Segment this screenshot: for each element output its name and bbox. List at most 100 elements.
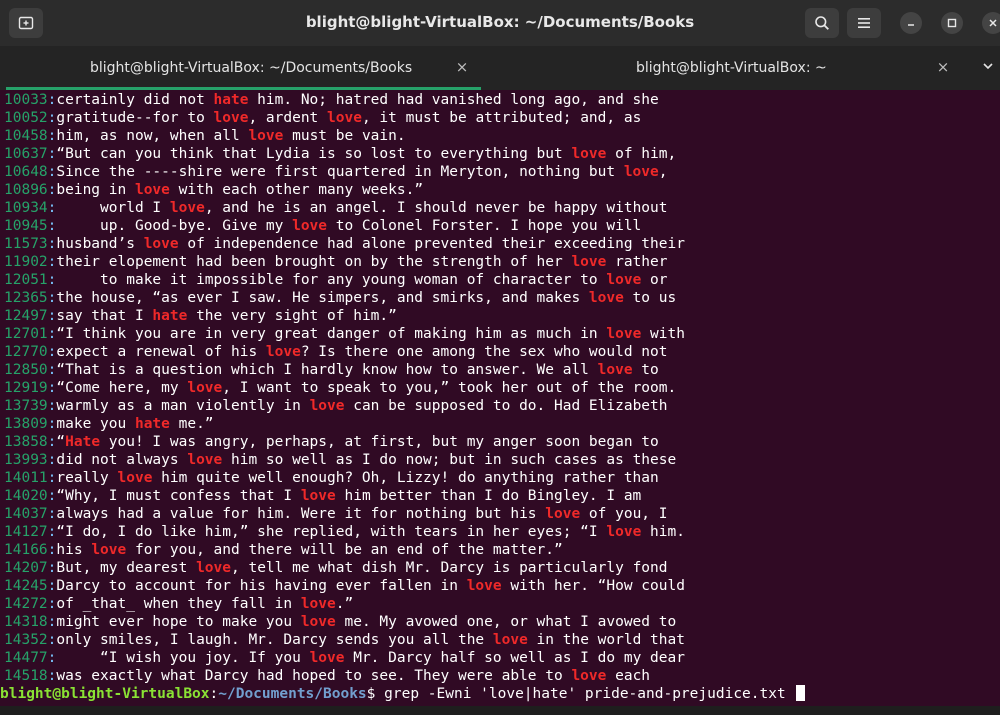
output-line: 12850:“That is a question which I hardly… <box>4 361 1000 379</box>
line-text: for you, and there will be an end of the… <box>126 542 563 558</box>
match-highlight: love <box>606 272 642 288</box>
line-number: 12497 <box>4 308 48 324</box>
match-highlight: love <box>309 650 345 666</box>
line-number: 11573 <box>4 236 48 252</box>
output-line: 13993:did not always love him so well as… <box>4 451 1000 469</box>
line-text: warmly as a man violently in <box>56 398 310 414</box>
line-text: Darcy to account for his having ever fal… <box>56 578 467 594</box>
match-highlight: love <box>248 128 284 144</box>
desktop-background-strip <box>0 706 1000 715</box>
line-text: with <box>641 326 685 342</box>
match-highlight: hate <box>134 416 170 432</box>
output-line: 12051: to make it impossible for any you… <box>4 271 1000 289</box>
maximize-icon <box>947 18 957 28</box>
tab-home[interactable]: blight@blight-VirtualBox: ~ × <box>481 46 971 90</box>
line-text: But, my dearest <box>56 560 197 576</box>
output-line: 14127:“I do, I do like him,” she replied… <box>4 523 1000 541</box>
output-line: 14477: “I wish you joy. If you love Mr. … <box>4 649 1000 667</box>
line-text: .” <box>335 596 354 612</box>
line-text: “But can you think that Lydia is so lost… <box>56 146 572 162</box>
line-text: the house, “as ever I saw. He simpers, a… <box>56 290 589 306</box>
tab-books[interactable]: blight@blight-VirtualBox: ~/Documents/Bo… <box>0 46 481 90</box>
match-highlight: love <box>571 146 607 162</box>
line-text: “I do, I do like him,” she replied, with… <box>56 524 607 540</box>
output-line: 11902:their elopement had been brought o… <box>4 253 1000 271</box>
line-text: “That is a question which I hardly know … <box>56 362 598 378</box>
line-number: 14245 <box>4 578 48 594</box>
tab-close-icon[interactable]: × <box>451 56 473 78</box>
output-line: 14037:always had a value for him. Were i… <box>4 505 1000 523</box>
line-text: you! I was angry, perhaps, at first, but… <box>100 434 659 450</box>
line-number: 10945 <box>4 218 48 234</box>
close-window-button[interactable] <box>982 12 1000 34</box>
line-text: husband’s <box>56 236 144 252</box>
output-line: 10934: world I love, and he is an angel.… <box>4 199 1000 217</box>
match-highlight: love <box>492 632 528 648</box>
line-number: 14318 <box>4 614 48 630</box>
output-line: 14318:might ever hope to make you love m… <box>4 613 1000 631</box>
line-text: rather <box>606 254 668 270</box>
search-button[interactable] <box>805 8 839 38</box>
line-text: , <box>658 164 668 180</box>
line-number: 12770 <box>4 344 48 360</box>
match-highlight: love <box>327 110 362 126</box>
line-text: me.” <box>169 416 214 432</box>
line-text: with her. “How could <box>501 578 685 594</box>
minimize-button[interactable] <box>900 12 922 34</box>
prompt-colon: : <box>209 686 219 702</box>
output-line: 14011:really love him quite well enough?… <box>4 469 1000 487</box>
menu-button[interactable] <box>847 8 881 38</box>
output-line: 14518:was exactly what Darcy had hoped t… <box>4 667 1000 685</box>
match-highlight: love <box>143 236 179 252</box>
output-line: 14207:But, my dearest love, tell me what… <box>4 559 1000 577</box>
line-text: might ever hope to make you <box>56 614 301 630</box>
line-text: him so well as I do now; but in such cas… <box>222 452 677 468</box>
output-line: 14352:only smiles, I laugh. Mr. Darcy se… <box>4 631 1000 649</box>
line-text: did not always <box>56 452 188 468</box>
line-text: , I want to speak to you,” took her out … <box>222 380 677 396</box>
tab-bar: blight@blight-VirtualBox: ~/Documents/Bo… <box>0 46 1000 90</box>
line-text: Since the ----shire were first quartered… <box>56 164 624 180</box>
match-highlight: hate <box>152 308 188 324</box>
line-number: 12701 <box>4 326 48 342</box>
terminal-output[interactable]: 10033: certainly did not hate him. No; ha… <box>0 91 1000 703</box>
output-line: 10637:“But can you think that Lydia is s… <box>4 145 1000 163</box>
line-number: 10896 <box>4 182 48 198</box>
match-highlight: love <box>187 452 223 468</box>
match-highlight: love <box>117 470 153 486</box>
line-number: 14127 <box>4 524 48 540</box>
line-number: 10052 <box>4 110 48 126</box>
match-highlight: love <box>466 578 502 594</box>
tab-close-icon[interactable]: × <box>932 56 954 78</box>
line-number: 14352 <box>4 632 48 648</box>
output-line: 10033:certainly did not hate him. No; ha… <box>4 91 1000 109</box>
line-text: the very sight of him.” <box>187 308 397 324</box>
match-highlight: love <box>300 614 336 630</box>
match-highlight: love <box>606 524 642 540</box>
output-line: 12701:“I think you are in very great dan… <box>4 325 1000 343</box>
line-text: him quite well enough? Oh, Lizzy! do any… <box>152 470 659 486</box>
output-line: 12919:“Come here, my love, I want to spe… <box>4 379 1000 397</box>
output-line: 11573:husband’s love of independence had… <box>4 235 1000 253</box>
line-text: really <box>56 470 118 486</box>
match-highlight: love <box>623 164 659 180</box>
line-text: him better than I do Bingley. I am <box>335 488 642 504</box>
line-number: 12365 <box>4 290 48 306</box>
line-number: 14272 <box>4 596 48 612</box>
maximize-button[interactable] <box>941 12 963 34</box>
line-text: only smiles, I laugh. Mr. Darcy sends yo… <box>56 632 493 648</box>
line-text: up. Good-bye. Give my <box>56 218 293 234</box>
tab-label: blight@blight-VirtualBox: ~/Documents/Bo… <box>90 60 413 76</box>
prompt-line[interactable]: blight@blight-VirtualBox:~/Documents/Boo… <box>0 685 1000 703</box>
tab-label: blight@blight-VirtualBox: ~ <box>636 60 827 76</box>
match-highlight: love <box>213 110 249 126</box>
line-number: 13809 <box>4 416 48 432</box>
tab-list-dropdown[interactable] <box>981 58 995 77</box>
line-text: to Colonel Forster. I hope you will <box>327 218 642 234</box>
match-highlight: love <box>300 488 336 504</box>
line-text: each <box>606 668 651 684</box>
match-highlight: love <box>571 668 607 684</box>
match-highlight: love <box>545 506 581 522</box>
match-highlight: love <box>571 254 607 270</box>
line-text: him. <box>641 524 685 540</box>
